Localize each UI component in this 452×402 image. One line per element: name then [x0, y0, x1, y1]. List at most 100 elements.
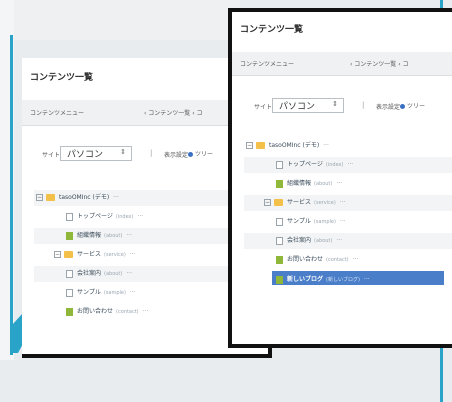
left-site-value: パソコン: [67, 150, 104, 160]
left-site-label: サイト: [42, 152, 61, 159]
left-display-setting[interactable]: 表示設定: [164, 150, 188, 159]
tree-node-label: トップページ: [287, 161, 323, 168]
collapse-icon[interactable]: −: [36, 194, 43, 201]
page-green-icon: [66, 307, 73, 316]
tree-node[interactable]: 会社案内 (about) ···: [276, 235, 342, 248]
tree-node-label: お問い合わせ: [287, 256, 324, 263]
right-menu-label[interactable]: コンテンツメニュー: [240, 59, 294, 68]
page-green-icon: [276, 255, 283, 264]
tree-node[interactable]: トップページ (index) ···: [66, 211, 143, 224]
right-window: コンテンツ一覧 コンテンツメニュー ‹ コンテンツ一覧 ‹ コ サイト パソコン…: [228, 8, 452, 348]
more-icon[interactable]: ···: [336, 237, 342, 244]
tree-node-tag: (about): [314, 181, 333, 187]
more-icon[interactable]: ···: [347, 161, 353, 168]
scene: コンテンツ一覧 コンテンツメニュー ‹ コンテンツ一覧 ‹ コ サイト パソコン…: [0, 0, 452, 402]
tree-node-label: トップページ: [77, 213, 113, 220]
right-breadcrumb[interactable]: ‹ コンテンツ一覧 ‹ コ: [350, 59, 409, 68]
background-sheet-top: [0, 0, 240, 40]
tree-node[interactable]: 会社案内 (about) ···: [66, 268, 132, 281]
left-menu-label[interactable]: コンテンツメニュー: [30, 108, 84, 117]
folder-icon: [64, 251, 73, 258]
right-page-title: コンテンツ一覧: [240, 25, 304, 35]
right-menu-bar: コンテンツメニュー ‹ コンテンツ一覧 ‹ コ: [232, 52, 452, 76]
chevron-updown-icon: ⇕: [120, 148, 126, 156]
right-tree-label: ツリー: [407, 103, 426, 110]
left-site-select[interactable]: パソコン ⇕: [60, 146, 132, 161]
tree-node-tag: (index): [325, 162, 344, 168]
folder-icon: [256, 142, 265, 149]
page-green-icon: [276, 179, 283, 188]
folder-icon: [46, 194, 55, 201]
more-icon[interactable]: ···: [130, 251, 136, 258]
page-green-icon: [276, 275, 283, 284]
tree-node[interactable]: サンプル (sample) ···: [276, 216, 346, 229]
more-icon[interactable]: ···: [336, 180, 342, 187]
tree-node[interactable]: トップページ (index) ···: [276, 159, 353, 172]
tree-node-folder[interactable]: − サービス (service) ···: [54, 249, 136, 262]
left-divider: |: [150, 149, 153, 157]
right-site-row: サイト パソコン ⇕ | 表示設定 ツリー: [254, 98, 452, 114]
more-icon[interactable]: ···: [364, 276, 370, 283]
left-tree-toggle[interactable]: ツリー: [188, 149, 213, 158]
right-divider: |: [362, 101, 365, 109]
page-icon: [66, 212, 73, 221]
tree-node-tag: (service): [314, 200, 336, 206]
page-icon: [276, 160, 283, 169]
collapse-icon[interactable]: −: [264, 199, 271, 206]
tree-node-tag: (about): [314, 238, 333, 244]
tree-node-label: 会社案内: [287, 237, 312, 244]
tree-node-label: tasoOMInc (デモ): [59, 194, 110, 201]
collapse-icon[interactable]: −: [246, 142, 253, 149]
tree-node-tag: (index): [115, 214, 134, 220]
tree-node-label: お問い合わせ: [77, 308, 114, 315]
tree-node-folder[interactable]: − サービス (service) ···: [264, 197, 346, 210]
page-icon: [276, 217, 283, 226]
left-page-title: コンテンツ一覧: [30, 73, 94, 83]
tree-node-tag: (contact): [326, 257, 349, 263]
tree-node-tag: (service): [104, 252, 126, 258]
tree-node-tag: (contact): [116, 309, 139, 315]
more-icon[interactable]: ···: [130, 289, 136, 296]
tree-node[interactable]: 組織情報 (about) ···: [276, 178, 342, 191]
more-icon[interactable]: ···: [340, 199, 346, 206]
collapse-icon[interactable]: −: [54, 251, 61, 258]
page-icon: [66, 288, 73, 297]
tree-node-label: 会社案内: [77, 270, 102, 277]
page-icon: [276, 236, 283, 245]
tree-node[interactable]: お問い合わせ (contact) ···: [276, 254, 358, 267]
left-breadcrumb[interactable]: ‹ コンテンツ一覧 ‹ コ: [144, 108, 203, 117]
tree-node-label: サンプル: [77, 289, 101, 296]
right-display-setting[interactable]: 表示設定: [376, 102, 400, 111]
right-site-select[interactable]: パソコン ⇕: [272, 98, 344, 113]
tree-node-label: tasoOMInc (デモ): [269, 142, 320, 149]
left-tree-label: ツリー: [195, 151, 214, 158]
more-icon[interactable]: ···: [353, 256, 359, 263]
tree-node[interactable]: お問い合わせ (contact) ···: [66, 306, 148, 319]
more-icon[interactable]: ···: [340, 218, 346, 225]
more-icon[interactable]: ···: [126, 270, 132, 277]
more-icon[interactable]: ···: [143, 308, 149, 315]
more-icon[interactable]: ···: [323, 142, 329, 149]
tree-node-tag: (about): [104, 271, 123, 277]
tree-node-label: サービス: [77, 251, 102, 258]
tree-radio-icon: [400, 104, 405, 109]
right-tree-toggle[interactable]: ツリー: [400, 101, 425, 110]
chevron-updown-icon: ⇕: [332, 100, 338, 108]
more-icon[interactable]: ···: [113, 194, 119, 201]
tree-node-tag: (about): [104, 233, 123, 239]
tree-node[interactable]: 組織情報 (about) ···: [66, 230, 132, 243]
tree-node-root[interactable]: − tasoOMInc (デモ) ···: [246, 140, 329, 153]
more-icon[interactable]: ···: [137, 213, 143, 220]
right-site-value: パソコン: [279, 102, 316, 112]
tree-node-label: サービス: [287, 199, 312, 206]
tree-node-label: 組織情報: [287, 180, 312, 187]
tree-node-label: 新しいブログ: [287, 276, 324, 283]
folder-icon: [274, 199, 283, 206]
more-icon[interactable]: ···: [126, 232, 132, 239]
tree-node[interactable]: サンプル (sample) ···: [66, 287, 136, 300]
tree-node-root[interactable]: − tasoOMInc (デモ) ···: [36, 192, 119, 205]
page-icon: [66, 269, 73, 278]
tree-node-selected[interactable]: 新しいブログ (新しいブログ) ···: [272, 271, 444, 285]
tree-node-tag: (新しいブログ): [326, 277, 360, 283]
tree-node-label: 組織情報: [77, 232, 102, 239]
